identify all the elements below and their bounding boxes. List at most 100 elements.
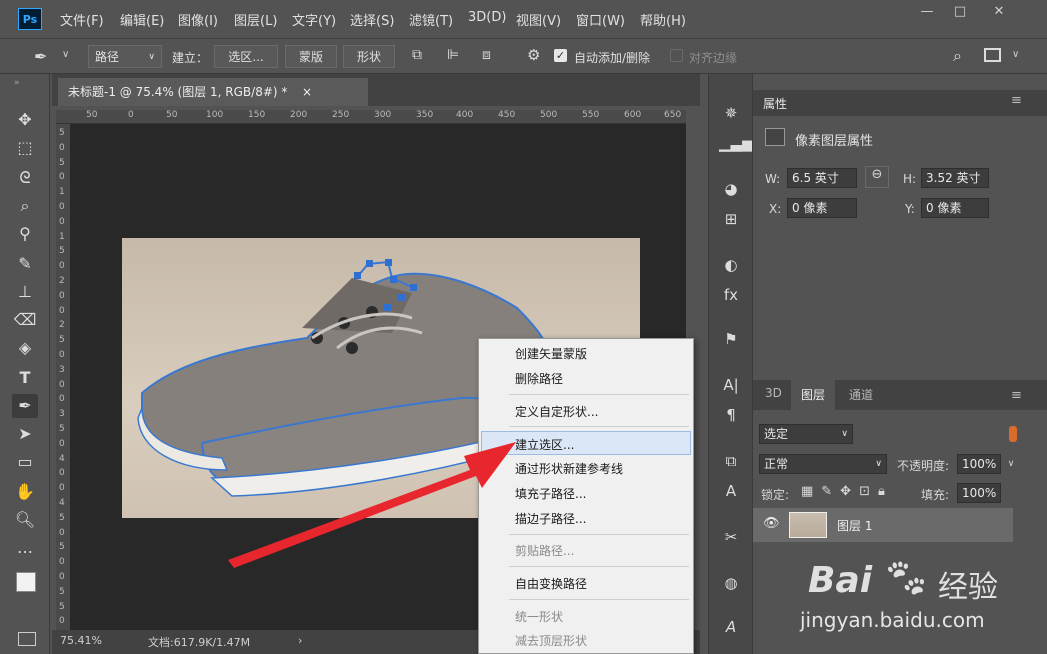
minimize-button[interactable]: —: [912, 4, 942, 22]
menu-item-unify-shapes: 统一形状: [515, 610, 564, 624]
character-icon[interactable]: ⚑: [719, 330, 743, 352]
height-field[interactable]: 3.52 英寸: [921, 168, 989, 188]
stamp-tool-icon[interactable]: ⊥: [12, 280, 38, 304]
menu-file[interactable]: 文件(F): [60, 10, 104, 29]
marquee-tool-icon[interactable]: ⬚: [12, 136, 38, 160]
styles-icon[interactable]: fx: [719, 286, 743, 308]
swatches-icon[interactable]: ⊞: [719, 210, 743, 232]
properties-title[interactable]: 属性: [763, 95, 787, 112]
quick-select-tool-icon[interactable]: ⌕: [12, 194, 38, 218]
hand-tool-icon[interactable]: ✋: [12, 480, 38, 504]
type-tool-icon[interactable]: T: [12, 366, 38, 390]
align-edges-checkbox[interactable]: [670, 49, 683, 62]
tab-channels[interactable]: 通道: [849, 386, 873, 403]
navigator-icon[interactable]: ✵: [719, 104, 743, 126]
lasso-tool-icon[interactable]: ᘓ: [12, 166, 38, 190]
layer-comps-icon[interactable]: ⧉: [719, 452, 743, 474]
fill-field[interactable]: 100%: [957, 483, 1001, 503]
menu-edit[interactable]: 编辑(E): [120, 10, 164, 29]
eye-icon[interactable]: 👁︎: [763, 516, 780, 531]
path-select-tool-icon[interactable]: ➤: [12, 422, 38, 446]
watermark-brand-cn: 经验: [938, 570, 998, 605]
tab-layers[interactable]: 图层: [791, 380, 836, 410]
paint-bucket-tool-icon[interactable]: ◈: [12, 336, 38, 360]
menu-select[interactable]: 选择(S): [350, 10, 394, 29]
path-operations-icon[interactable]: ⧉: [412, 47, 422, 63]
menu-item-new-guides-from-shape[interactable]: 通过形状新建参考线: [515, 460, 623, 477]
chevron-right-icon[interactable]: ›: [298, 634, 302, 647]
menu-item-make-selection[interactable]: 建立选区...: [515, 436, 574, 453]
x-field[interactable]: 0 像素: [787, 198, 857, 218]
menu-window[interactable]: 窗口(W): [576, 10, 625, 29]
maximize-button[interactable]: □: [945, 4, 975, 22]
menu-item-fill-subpath[interactable]: 填充子路径...: [515, 485, 586, 502]
pen-tool-preset-icon[interactable]: ✒: [34, 47, 47, 66]
blend-mode-select[interactable]: 正常 ∨: [759, 454, 887, 474]
color-icon[interactable]: ◕: [719, 180, 743, 202]
ruler-tick: 4: [59, 453, 65, 464]
chevron-down-icon[interactable]: ∨: [62, 49, 69, 60]
menu-item-free-transform-path[interactable]: 自由变换路径: [515, 575, 587, 592]
lock-icons[interactable]: ▦✎✥⊡🔒︎: [801, 484, 893, 499]
make-selection-button[interactable]: 选区...: [214, 45, 278, 68]
width-field[interactable]: 6.5 英寸: [787, 168, 857, 188]
glyph-icon[interactable]: A: [719, 482, 743, 504]
zoom-level[interactable]: 75.41%: [60, 634, 102, 647]
menu-item-delete-path[interactable]: 删除路径: [515, 370, 563, 387]
layer-filter-select[interactable]: 选定 ∨: [759, 424, 853, 444]
y-field[interactable]: 0 像素: [921, 198, 989, 218]
filter-toggle-icon[interactable]: [1009, 426, 1017, 442]
chevron-down-icon[interactable]: ∨: [1003, 454, 1019, 474]
menu-item-define-custom-shape[interactable]: 定义自定形状...: [515, 403, 598, 420]
move-tool-icon[interactable]: ✥: [12, 108, 38, 132]
quick-mask-icon[interactable]: [18, 632, 36, 646]
auto-add-checkbox[interactable]: ✓: [554, 49, 567, 62]
menu-type[interactable]: 文字(Y): [292, 10, 336, 29]
link-icon[interactable]: ⊖: [865, 166, 889, 188]
chevron-down-icon[interactable]: ∨: [1012, 49, 1019, 60]
properties-subtitle: 像素图层属性: [795, 134, 874, 149]
gear-icon[interactable]: ⚙: [527, 46, 540, 64]
workspace-icon[interactable]: [984, 48, 1001, 62]
menu-item-create-vector-mask[interactable]: 创建矢量蒙版: [515, 345, 587, 362]
opacity-field[interactable]: 100%: [957, 454, 1001, 474]
histogram-icon[interactable]: ▁▃▅: [719, 134, 754, 156]
paragraph-icon[interactable]: ¶: [719, 406, 743, 428]
menu-item-stroke-subpath[interactable]: 描边子路径...: [515, 510, 586, 527]
brush-tool-icon[interactable]: ✎: [12, 252, 38, 276]
search-icon[interactable]: ⌕: [953, 46, 962, 66]
adjustments-icon[interactable]: ◐: [719, 256, 743, 278]
make-mask-button[interactable]: 蒙版: [285, 45, 337, 68]
tab-3d[interactable]: 3D: [765, 386, 782, 400]
menu-help[interactable]: 帮助(H): [640, 10, 686, 29]
brush-preset-icon[interactable]: ◍: [719, 574, 743, 596]
rectangle-tool-icon[interactable]: ▭: [12, 450, 38, 474]
path-arrangement-icon[interactable]: ⧈: [482, 47, 491, 63]
eraser-tool-icon[interactable]: ⌫: [12, 308, 38, 332]
zoom-tool-icon[interactable]: 🔍︎: [12, 508, 38, 532]
close-window-button[interactable]: ✕: [984, 4, 1014, 22]
close-tab-icon[interactable]: ×: [302, 78, 312, 106]
menu-layer[interactable]: 图层(L): [234, 10, 277, 29]
fill-label: 填充:: [921, 488, 950, 502]
document-tab[interactable]: 未标题-1 @ 75.4% (图层 1, RGB/8#) * ×: [58, 78, 368, 106]
pen-tool-icon[interactable]: ✒: [12, 394, 38, 418]
menu-image[interactable]: 图像(I): [178, 10, 218, 29]
path-alignment-icon[interactable]: ⊫: [447, 47, 459, 63]
panel-menu-icon[interactable]: ≡: [1011, 388, 1022, 403]
type-panel-icon[interactable]: A|: [719, 376, 743, 398]
collapse-icon[interactable]: »: [14, 78, 20, 88]
more-tools-icon[interactable]: …: [12, 536, 38, 560]
menu-view[interactable]: 视图(V): [516, 10, 561, 29]
make-shape-button[interactable]: 形状: [343, 45, 395, 68]
panel-menu-icon[interactable]: ≡: [1011, 93, 1022, 108]
foreground-color-swatch[interactable]: [16, 572, 36, 592]
vertical-ruler: 5 0 5 0 1 0 0 1 5 0 2 0 0 2 5 0 3 0 0 3 5 0 4 0 0 4 5 0 5 0 0 5 5 0: [56, 124, 70, 630]
glyphs-icon[interactable]: A: [719, 618, 743, 640]
path-mode-select[interactable]: 路径 ∨: [88, 45, 162, 68]
menu-filter[interactable]: 滤镜(T): [409, 10, 453, 29]
menu-3d[interactable]: 3D(D): [468, 10, 506, 25]
tools-preset-icon[interactable]: ✂: [719, 528, 743, 550]
watermark: Bai 🐾︎ 经验 jingyan.baidu.com: [790, 530, 1047, 654]
eyedropper-tool-icon[interactable]: ⚲: [12, 222, 38, 246]
